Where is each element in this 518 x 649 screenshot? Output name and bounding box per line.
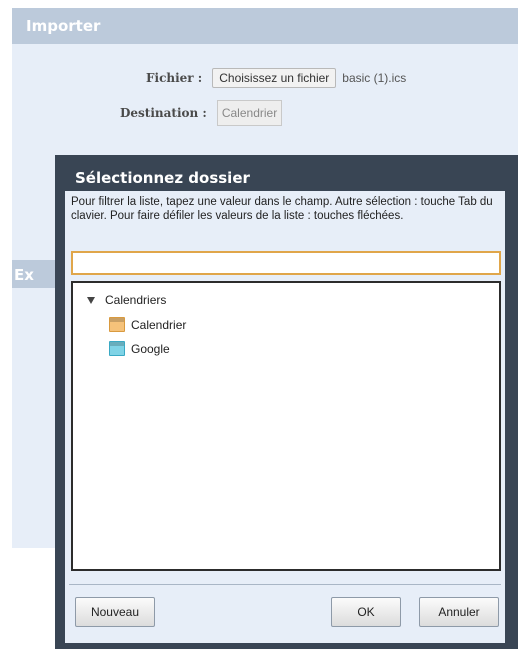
exporter-header: Ex (12, 260, 56, 288)
file-row: Fichier : Choisissez un fichier basic (1… (146, 68, 406, 88)
expand-triangle-icon[interactable] (87, 296, 95, 304)
dialog-title: Sélectionnez dossier (75, 169, 250, 187)
tree-root-calendars[interactable]: Calendriers (87, 293, 166, 307)
dialog-body: Pour filtrer la liste, tapez une valeur … (65, 191, 505, 643)
calendar-icon (109, 317, 125, 332)
destination-button[interactable]: Calendrier (216, 100, 283, 126)
exporter-panel (12, 288, 56, 548)
tree-item-label: Google (131, 341, 170, 356)
cancel-button[interactable]: Annuler (419, 597, 499, 627)
select-folder-dialog: Sélectionnez dossier Pour filtrer la lis… (55, 155, 518, 649)
destination-label: Destination : (120, 106, 207, 120)
folder-tree[interactable]: Calendriers Calendrier Google (71, 281, 501, 571)
divider (69, 584, 501, 585)
tree-item-calendrier[interactable]: Calendrier (109, 317, 186, 332)
choose-file-button[interactable]: Choisissez un fichier (212, 68, 337, 88)
filter-input[interactable] (71, 251, 501, 275)
tree-item-google[interactable]: Google (109, 341, 170, 356)
file-label: Fichier : (146, 71, 203, 85)
ok-button[interactable]: OK (331, 597, 401, 627)
file-name: basic (1).ics (342, 71, 407, 85)
new-button[interactable]: Nouveau (75, 597, 155, 627)
importer-header: Importer (12, 8, 518, 44)
filter-hint: Pour filtrer la liste, tapez une valeur … (71, 196, 493, 222)
tree-root-label: Calendriers (105, 293, 167, 307)
destination-row: Destination : Calendrier (120, 100, 283, 126)
calendar-icon (109, 341, 125, 356)
tree-item-label: Calendrier (131, 317, 187, 332)
